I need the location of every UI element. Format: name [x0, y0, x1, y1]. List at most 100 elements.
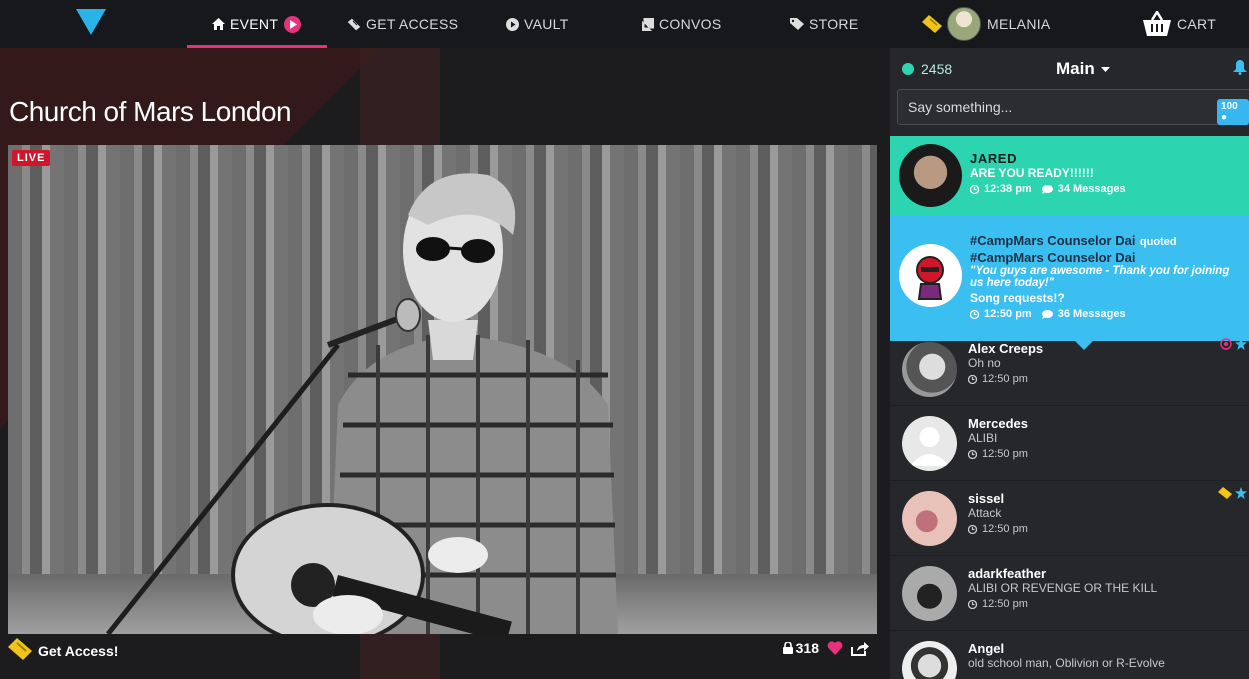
nav-store[interactable]: STORE	[790, 0, 858, 48]
message-time: 12:50 pm	[968, 373, 1038, 385]
clock-icon	[970, 309, 979, 319]
message-time-value: 12:50 pm	[982, 523, 1028, 535]
message-author[interactable]: Mercedes	[968, 416, 1048, 431]
share-icon[interactable]	[851, 641, 869, 656]
user-badges	[1215, 487, 1247, 499]
target-badge-icon	[1220, 338, 1232, 350]
star-icon	[1235, 338, 1247, 350]
book-icon	[642, 17, 654, 31]
message-time: 12:50 pm	[968, 448, 1038, 460]
message-body: #CampMars Counselor Dai quoted #CampMars…	[970, 232, 1245, 320]
get-access-label: Get Access!	[38, 642, 119, 659]
viewer-count: 318	[782, 640, 819, 656]
bell-icon[interactable]	[1233, 60, 1247, 75]
message-time-value: 12:50 pm	[982, 448, 1028, 460]
message-body: Mercedes ALIBI 12:50 pm	[968, 416, 1048, 460]
message-count[interactable]: 34 Messages	[1041, 183, 1126, 195]
nav-store-label: STORE	[809, 16, 859, 32]
message-author[interactable]: adarkfeather	[968, 566, 1157, 581]
nav-event-label: EVENT	[230, 16, 279, 32]
message-count[interactable]: 36 Messages	[1041, 308, 1126, 320]
message-body: Angel old school man, Oblivion or R-Evol…	[968, 641, 1165, 670]
star-icon	[1235, 487, 1247, 499]
room-name: Main	[1056, 59, 1095, 78]
avatar	[902, 566, 957, 621]
message-time: 12:50 pm	[968, 598, 1038, 610]
message-text: Attack	[968, 506, 1002, 520]
nav-convos[interactable]: CONVOS	[642, 0, 721, 48]
message-time-value: 12:50 pm	[984, 308, 1032, 320]
message-count-value: 34 Messages	[1057, 183, 1126, 195]
message-author[interactable]: Angel	[968, 641, 1165, 656]
avatar	[899, 244, 962, 307]
message-time: 12:50 pm	[968, 523, 1038, 535]
ticket-icon	[347, 17, 361, 31]
message-meta: 12:50 pm	[968, 373, 1048, 385]
nav-user-profile[interactable]: MELANIA	[922, 0, 1051, 48]
clock-icon	[968, 374, 977, 384]
room-dropdown[interactable]: Main	[1056, 59, 1110, 79]
nav-event[interactable]: EVENT	[212, 0, 302, 48]
tag-icon	[790, 18, 804, 30]
chat-message-featured[interactable]: JARED ARE YOU READY!!!!!! 12:38 pm 34 Me…	[890, 136, 1249, 224]
message-author[interactable]: JARED	[970, 151, 1136, 166]
message-author[interactable]: sissel	[968, 491, 1048, 506]
message-body: sissel Attack 12:50 pm	[968, 491, 1048, 535]
quoted-author[interactable]: #CampMars Counselor Dai	[970, 250, 1245, 265]
message-text: old school man, Oblivion or R-Evolve	[968, 656, 1165, 670]
clock-icon	[968, 599, 977, 609]
event-title: Church of Mars London	[9, 96, 292, 127]
avatar	[899, 144, 962, 207]
message-body: Alex Creeps Oh no 12:50 pm	[968, 341, 1048, 385]
message-author[interactable]: Alex Creeps	[968, 341, 1048, 356]
performer-silhouette	[106, 173, 618, 634]
message-time: 12:38 pm	[970, 183, 1032, 195]
message-author[interactable]: #CampMars Counselor Dai	[970, 233, 1135, 248]
clock-icon	[970, 184, 979, 194]
online-indicator-icon	[902, 63, 914, 75]
devil-avatar-icon	[916, 256, 944, 300]
message-count-value: 36 Messages	[1057, 308, 1126, 320]
top-navigation: EVENT GET ACCESS VAULT CONVOS STORE MELA…	[0, 0, 1249, 48]
chat-message[interactable]: sissel Attack 12:50 pm	[890, 481, 1249, 556]
message-meta: 12:50 pm	[968, 448, 1048, 460]
caret-down-icon	[1100, 66, 1110, 72]
heart-icon[interactable]	[827, 641, 843, 655]
online-count: 2458	[921, 61, 953, 77]
user-avatar	[947, 7, 981, 41]
chat-message[interactable]: adarkfeather ALIBI OR REVENGE OR THE KIL…	[890, 556, 1249, 631]
video-stats: 318	[775, 640, 869, 656]
chat-message-quoted[interactable]: #CampMars Counselor Dai quoted #CampMars…	[890, 216, 1249, 350]
live-video-player[interactable]: LIVE	[8, 145, 877, 634]
message-time-value: 12:50 pm	[982, 373, 1028, 385]
get-access-button[interactable]: Get Access!	[8, 638, 118, 663]
nav-vault[interactable]: VAULT	[506, 0, 569, 48]
avatar	[902, 641, 957, 679]
message-text: Song requests!?	[970, 291, 1065, 305]
user-badges	[1217, 338, 1247, 350]
avatar	[902, 416, 957, 471]
chat-message[interactable]: Alex Creeps Oh no 12:50 pm	[890, 338, 1249, 406]
video-footer: Get Access! 318	[8, 638, 877, 668]
nav-vault-label: VAULT	[524, 16, 569, 32]
logo-triangle-icon[interactable]	[76, 9, 106, 35]
gold-ticket-icon	[8, 638, 32, 663]
chat-message-input[interactable]	[897, 89, 1249, 125]
play-circle-icon	[506, 17, 519, 31]
chat-message[interactable]: Mercedes ALIBI 12:50 pm	[890, 406, 1249, 481]
char-count-value: 100	[1221, 101, 1238, 112]
user-name: MELANIA	[987, 16, 1051, 32]
home-icon	[212, 18, 225, 30]
default-user-icon	[910, 427, 949, 466]
nav-active-indicator	[187, 45, 327, 48]
message-text: ALIBI OR REVENGE OR THE KILL	[968, 581, 1158, 595]
chat-message[interactable]: Angel old school man, Oblivion or R-Evol…	[890, 631, 1249, 679]
comment-icon	[1041, 184, 1053, 194]
nav-cart[interactable]: CART	[1142, 0, 1216, 48]
lock-icon	[782, 642, 793, 654]
clock-icon	[968, 449, 977, 459]
message-time-value: 12:50 pm	[982, 598, 1028, 610]
comment-icon	[1041, 309, 1053, 319]
nav-get-access[interactable]: GET ACCESS	[347, 0, 458, 48]
event-stage: Church of Mars London LIVE Get Access! 3…	[0, 48, 890, 679]
